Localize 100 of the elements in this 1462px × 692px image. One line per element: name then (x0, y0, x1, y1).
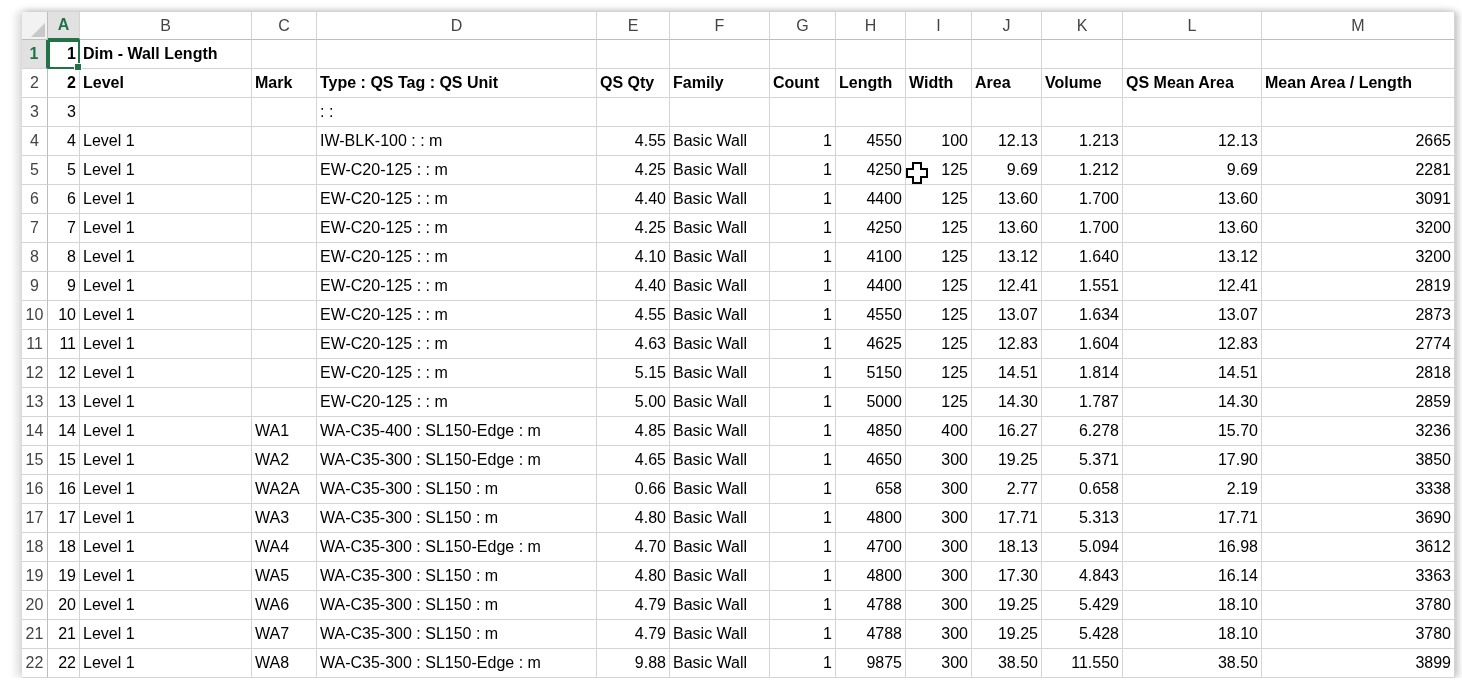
table-cell: 4.25 (634, 161, 666, 179)
table-cell: Basic Wall (673, 161, 748, 179)
table-cell: 15 (58, 451, 76, 469)
row-header[interactable]: 21 (22, 620, 48, 649)
table-cell: 5150 (866, 364, 902, 382)
row-header[interactable]: 13 (22, 388, 48, 417)
table-cell: Basic Wall (673, 654, 748, 672)
table-cell: Level 1 (83, 364, 135, 382)
table-cell: 4.10 (634, 248, 666, 266)
row-header[interactable]: 7 (22, 214, 48, 243)
row-header[interactable]: 16 (22, 475, 48, 504)
column-header[interactable]: I (906, 12, 972, 40)
table-cell: WA-C35-300 : SL150 : m (320, 509, 499, 527)
table-cell: 1 (823, 161, 832, 179)
table-cell: 19.25 (997, 596, 1038, 614)
row-header[interactable]: 5 (22, 156, 48, 185)
table-cell: Level 1 (83, 219, 135, 237)
table-cell: Level 1 (83, 451, 135, 469)
table-cell: Level 1 (83, 277, 135, 295)
table-cell: WA4 (255, 538, 290, 556)
table-cell: 300 (941, 451, 968, 469)
table-cell: 2665 (1415, 132, 1451, 150)
table-cell: Level 1 (83, 654, 135, 672)
table-cell: 18.13 (997, 538, 1038, 556)
row-header[interactable]: 10 (22, 301, 48, 330)
column-header[interactable]: M (1262, 12, 1455, 40)
table-cell: WA-C35-300 : SL150 : m (320, 567, 499, 585)
table-cell: 1 (67, 45, 76, 63)
column-header[interactable]: B (80, 12, 252, 40)
row-header[interactable]: 15 (22, 446, 48, 475)
table-cell: 1.814 (1078, 364, 1119, 382)
table-cell: 19 (58, 567, 76, 585)
column-header[interactable]: D (317, 12, 597, 40)
table-cell: 2818 (1415, 364, 1451, 382)
row-header[interactable]: 11 (22, 330, 48, 359)
table-cell: 300 (941, 654, 968, 672)
table-cell: EW-C20-125 : : m (320, 248, 448, 266)
table-cell: WA1 (255, 422, 290, 440)
column-header[interactable]: J (972, 12, 1042, 40)
table-cell: 13.60 (1217, 190, 1258, 208)
table-cell: 4.40 (634, 190, 666, 208)
table-cell: 9.88 (634, 654, 666, 672)
row-header[interactable]: 14 (22, 417, 48, 446)
table-cell: 12.83 (997, 335, 1038, 353)
table-cell: EW-C20-125 : : m (320, 161, 448, 179)
table-cell: 4.40 (634, 277, 666, 295)
table-cell: 4.25 (634, 219, 666, 237)
column-header[interactable]: H (836, 12, 906, 40)
table-cell: 4788 (866, 625, 902, 643)
table-cell: EW-C20-125 : : m (320, 277, 448, 295)
column-header[interactable]: F (670, 12, 770, 40)
row-header[interactable]: 19 (22, 562, 48, 591)
table-cell: 300 (941, 480, 968, 498)
table-cell: 10 (58, 306, 76, 324)
row-header[interactable]: 8 (22, 243, 48, 272)
table-cell: 6 (67, 190, 76, 208)
table-cell: 5.313 (1078, 509, 1119, 527)
table-cell: 1 (823, 393, 832, 411)
row-header[interactable]: 3 (22, 98, 48, 127)
table-cell: 100 (941, 132, 968, 150)
table-cell: 9.69 (1006, 161, 1038, 179)
column-header[interactable]: L (1123, 12, 1262, 40)
table-cell: 1 (823, 335, 832, 353)
table-cell: 125 (941, 219, 968, 237)
table-cell: 1 (823, 132, 832, 150)
table-cell: 1 (823, 538, 832, 556)
fill-handle[interactable] (74, 63, 82, 71)
row-header[interactable]: 17 (22, 504, 48, 533)
row-header[interactable]: 4 (22, 127, 48, 156)
table-cell: Basic Wall (673, 277, 748, 295)
table-cell: 3899 (1415, 654, 1451, 672)
table-cell: Basic Wall (673, 190, 748, 208)
table-cell: 5.15 (634, 364, 666, 382)
table-cell: 20 (58, 596, 76, 614)
column-header[interactable]: E (597, 12, 670, 40)
table-cell: 3 (67, 103, 76, 121)
column-header[interactable]: K (1042, 12, 1123, 40)
row-header[interactable]: 22 (22, 649, 48, 678)
table-cell: 300 (941, 625, 968, 643)
table-cell: Basic Wall (673, 480, 748, 498)
table-cell: 0.66 (634, 480, 666, 498)
row-header[interactable]: 9 (22, 272, 48, 301)
table-cell: 2819 (1415, 277, 1451, 295)
table-cell: WA-C35-400 : SL150-Edge : m (320, 422, 541, 440)
row-header[interactable]: 12 (22, 359, 48, 388)
row-header[interactable]: 6 (22, 185, 48, 214)
table-cell: 1.551 (1078, 277, 1119, 295)
table-cell: 19.25 (997, 625, 1038, 643)
column-header[interactable]: C (252, 12, 317, 40)
table-cell: 16.14 (1217, 567, 1258, 585)
table-cell: 17 (58, 509, 76, 527)
table-cell: 12.41 (997, 277, 1038, 295)
row-header[interactable]: 2 (22, 69, 48, 98)
table-cell: 3363 (1415, 567, 1451, 585)
table-cell: 125 (941, 364, 968, 382)
column-header[interactable]: G (770, 12, 836, 40)
row-header[interactable]: 18 (22, 533, 48, 562)
row-header[interactable]: 1 (22, 40, 48, 69)
column-header[interactable]: A (48, 12, 80, 40)
row-header[interactable]: 20 (22, 591, 48, 620)
